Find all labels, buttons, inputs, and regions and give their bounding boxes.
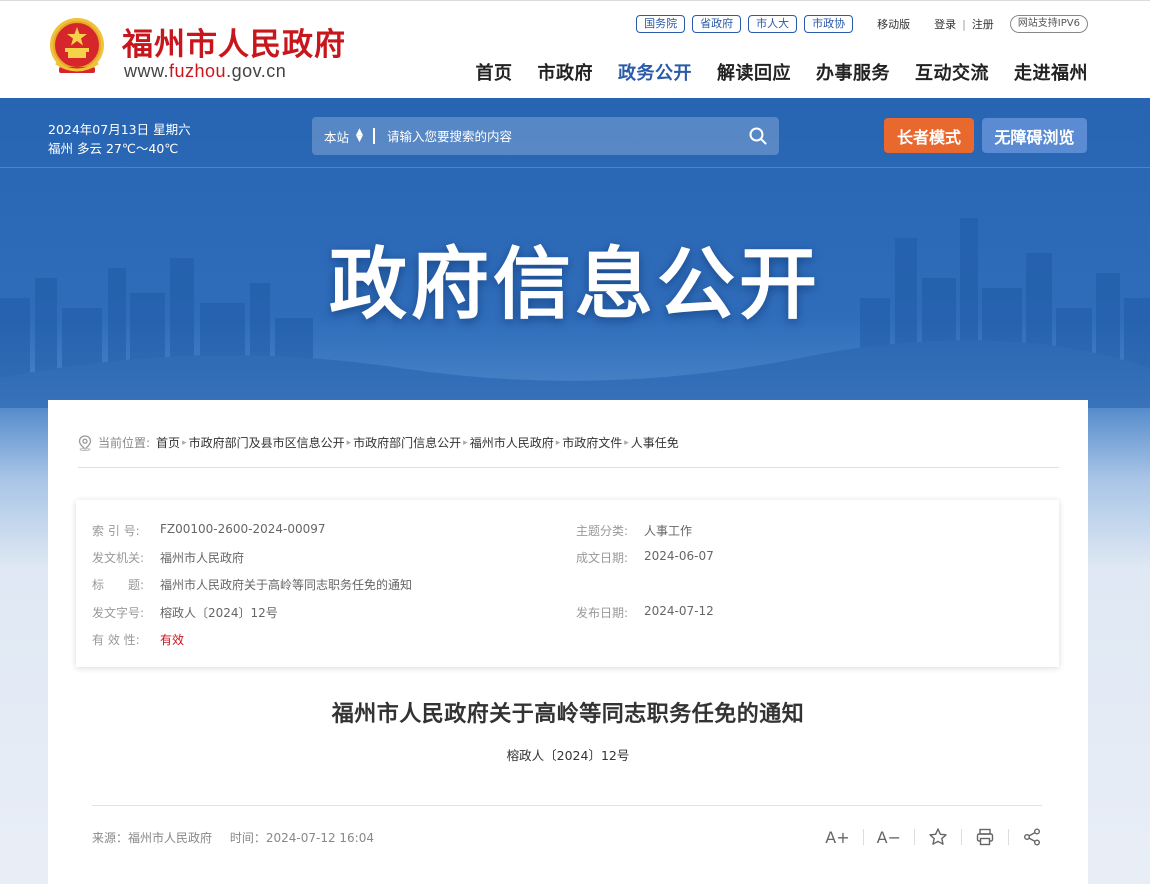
current-date: 2024年07月13日 星期六 <box>48 122 191 137</box>
tool-separator <box>914 829 915 845</box>
link-state-council[interactable]: 国务院 <box>636 15 686 33</box>
meta-index-value: FZ00100-2600-2024-00097 <box>160 522 326 536</box>
meta-validity: 有 效 性: 有效 <box>92 631 184 648</box>
meta-title-label: 标 题: <box>92 578 145 592</box>
share-button[interactable] <box>1022 826 1042 848</box>
document-tools: A+ A− <box>825 826 1042 848</box>
meta-topic-value: 人事工作 <box>644 524 693 538</box>
breadcrumb-departments-districts[interactable]: 市政府部门及县市区信息公开 <box>189 434 345 451</box>
meta-issuer: 发文机关: 福州市人民政府 <box>92 549 244 566</box>
content-card: 当前位置: 首页 ▸ 市政府部门及县市区信息公开 ▸ 市政府部门信息公开 ▸ 福… <box>48 400 1088 884</box>
up-down-arrows-icon: ▲ ▼ <box>356 127 363 144</box>
link-cppcc[interactable]: 市政协 <box>804 15 854 33</box>
breadcrumb-appointments[interactable]: 人事任免 <box>631 434 679 451</box>
breadcrumb-separator: ▸ <box>182 437 187 448</box>
document-source: 来源：福州市人民政府 <box>92 831 213 845</box>
meta-created-value: 2024-06-07 <box>644 549 714 563</box>
meta-issuer-value: 福州市人民政府 <box>160 551 245 565</box>
meta-created: 成文日期: 2024-06-07 <box>576 549 714 566</box>
breadcrumb-departments[interactable]: 市政府部门信息公开 <box>353 434 461 451</box>
search-button[interactable] <box>737 117 779 155</box>
national-emblem-icon <box>50 18 104 73</box>
document-source-time: 来源：福州市人民政府 时间：2024-07-12 16:04 <box>92 829 388 846</box>
star-icon <box>929 828 947 845</box>
tool-separator <box>1008 829 1009 845</box>
meta-index: 索 引 号: FZ00100-2600-2024-00097 <box>92 522 326 539</box>
printer-icon <box>976 828 994 846</box>
document-number: 榕政人〔2024〕12号 <box>506 748 630 763</box>
login-separator: | <box>962 17 966 31</box>
top-links: 国务院 省政府 市人大 市政协 移动版 登录 | 注册 网站支持IPV6 <box>629 14 1088 34</box>
document-time: 时间：2024-07-12 16:04 <box>229 831 374 845</box>
meta-published: 发布日期: 2024-07-12 <box>576 604 714 621</box>
breadcrumb: 当前位置: 首页 ▸ 市政府部门及县市区信息公开 ▸ 市政府部门信息公开 ▸ 福… <box>78 434 679 451</box>
meta-issuer-label: 发文机关: <box>92 551 145 565</box>
link-provincial-gov[interactable]: 省政府 <box>692 15 742 33</box>
breadcrumb-divider <box>78 467 1059 468</box>
site-header: 福州市人民政府 www.fuzhou.gov.cn 国务院 省政府 市人大 市政… <box>0 0 1150 98</box>
meta-topic-label: 主题分类: <box>576 524 629 538</box>
weather-info: 福州 多云 27℃～40℃ <box>48 141 179 156</box>
login-link[interactable]: 登录 <box>934 16 956 32</box>
banner-toolbar: 2024年07月13日 星期六 福州 多云 27℃～40℃ 本站 ▲▼ 长者模式… <box>0 98 1150 168</box>
main-nav: 首页 市政府 政务公开 解读回应 办事服务 互动交流 走进福州 <box>451 59 1089 85</box>
mobile-version-link[interactable]: 移动版 <box>877 16 910 32</box>
nav-interpretation[interactable]: 解读回应 <box>717 59 791 85</box>
font-increase-button[interactable]: A+ <box>825 826 849 848</box>
document-title: 福州市人民政府关于高岭等同志职务任免的通知 <box>331 702 805 727</box>
nav-city-gov[interactable]: 市政府 <box>538 59 594 85</box>
tool-separator <box>862 829 864 845</box>
print-button[interactable] <box>975 826 995 848</box>
nav-gov-affairs[interactable]: 政务公开 <box>618 59 692 85</box>
breadcrumb-home[interactable]: 首页 <box>156 434 180 451</box>
share-icon <box>1024 828 1040 846</box>
meta-validity-label: 有 效 性: <box>92 633 140 647</box>
nav-about-fuzhou[interactable]: 走进福州 <box>1014 59 1088 85</box>
breadcrumb-separator: ▸ <box>346 437 352 448</box>
breadcrumb-label: 当前位置: <box>98 436 151 450</box>
search-icon <box>749 127 767 145</box>
site-name[interactable]: 福州市人民政府 <box>122 19 346 64</box>
favorite-button[interactable] <box>928 826 948 848</box>
document-metadata: 索 引 号: FZ00100-2600-2024-00097 主题分类: 人事工… <box>76 500 1059 667</box>
meta-docno-value: 榕政人〔2024〕12号 <box>160 606 278 620</box>
breadcrumb-separator: ▸ <box>555 437 561 448</box>
date-weather: 2024年07月13日 星期六 福州 多云 27℃～40℃ <box>48 120 191 158</box>
meta-published-label: 发布日期: <box>576 606 629 620</box>
search-scope-label: 本站 <box>324 129 350 145</box>
elder-mode-button[interactable]: 长者模式 <box>884 118 974 153</box>
meta-title: 标 题: 福州市人民政府关于高岭等同志职务任免的通知 <box>92 576 412 593</box>
link-peoples-congress[interactable]: 市人大 <box>748 15 798 33</box>
meta-title-value: 福州市人民政府关于高岭等同志职务任免的通知 <box>160 578 413 592</box>
meta-docno-label: 发文字号: <box>92 606 145 620</box>
site-url[interactable]: www.fuzhou.gov.cn <box>124 61 286 82</box>
ipv6-badge: 网站支持IPV6 <box>1009 15 1088 33</box>
font-decrease-button[interactable]: A− <box>877 826 901 848</box>
tool-separator <box>961 829 962 845</box>
nav-home[interactable]: 首页 <box>476 59 513 85</box>
document-divider <box>92 805 1042 806</box>
breadcrumb-city-gov[interactable]: 福州市人民政府 <box>470 434 554 451</box>
meta-topic: 主题分类: 人事工作 <box>576 522 692 539</box>
url-suffix: .gov.cn <box>226 61 287 81</box>
url-prefix: www. <box>124 61 170 81</box>
banner-title: 政府信息公开 <box>328 240 821 330</box>
search-input[interactable] <box>374 128 737 144</box>
nav-services[interactable]: 办事服务 <box>816 59 890 85</box>
location-pin-icon <box>78 434 92 451</box>
search-bar: 本站 ▲ ▼ <box>312 117 779 155</box>
url-highlight: fuzhou <box>169 61 227 81</box>
breadcrumb-separator: ▸ <box>624 437 629 448</box>
meta-published-value: 2024-07-12 <box>644 604 714 618</box>
nav-interaction[interactable]: 互动交流 <box>915 59 989 85</box>
breadcrumb-separator: ▸ <box>463 437 468 448</box>
meta-index-label: 索 引 号: <box>92 524 140 538</box>
breadcrumb-gov-documents[interactable]: 市政府文件 <box>562 434 622 451</box>
meta-created-label: 成文日期: <box>576 551 629 565</box>
meta-docno: 发文字号: 榕政人〔2024〕12号 <box>92 604 278 621</box>
accessible-browsing-button[interactable]: 无障碍浏览 <box>982 118 1087 153</box>
meta-validity-value: 有效 <box>160 633 185 647</box>
search-scope-select[interactable]: 本站 ▲ ▼ <box>312 127 363 146</box>
register-link[interactable]: 注册 <box>972 16 994 32</box>
